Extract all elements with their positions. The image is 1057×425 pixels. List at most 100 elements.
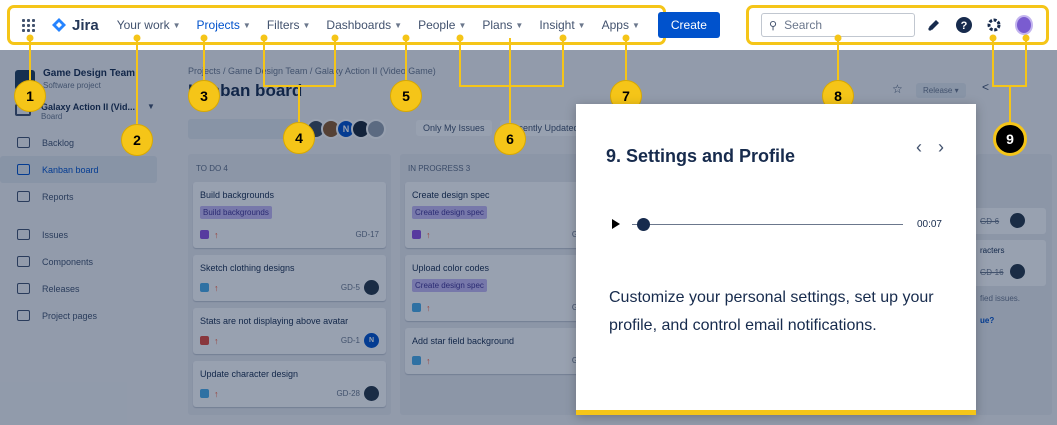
step-badge-2[interactable]: 2 [121, 124, 153, 156]
chevron-down-icon: ▼ [302, 20, 311, 30]
epic-label: Create design spec [412, 279, 487, 292]
jira-logo[interactable]: Jira [51, 17, 99, 34]
issue-card[interactable]: Stats are not displaying above avatar ↑ G… [193, 308, 386, 354]
pages-icon [17, 310, 30, 321]
jira-logo-text: Jira [72, 16, 99, 34]
card-title: Add star field background [412, 336, 515, 346]
step-badge-4[interactable]: 4 [283, 122, 315, 154]
card-title: Sketch clothing designs [200, 263, 295, 273]
nav-your-work[interactable]: Your work ▼ [117, 18, 181, 32]
chevron-down-icon: ▼ [515, 20, 524, 30]
column-note: fied issues. [980, 294, 1021, 303]
audio-player: 00:07 [612, 214, 942, 234]
board-name: Galaxy Action II (Vid... [41, 102, 136, 112]
task-icon [200, 283, 209, 292]
more-icon[interactable]: ⋯ [1009, 78, 1022, 94]
priority-high-icon: ↑ [426, 302, 431, 313]
step-badge-9[interactable]: 9 [993, 122, 1027, 156]
nav-label: Insight [539, 18, 575, 32]
nav-dashboards[interactable]: Dashboards ▼ [326, 18, 402, 32]
previous-step-button[interactable]: ‹ [916, 137, 922, 158]
chevron-down-icon: ▼ [172, 20, 181, 30]
search-input[interactable]: ⚲ Search [761, 13, 915, 37]
step-badge-6[interactable]: 6 [494, 123, 526, 155]
sidebar-item-label: Issues [42, 229, 69, 240]
unassigned-avatar[interactable] [366, 119, 386, 139]
column-title: IN PROGRESS 3 [408, 164, 471, 173]
task-icon [200, 389, 209, 398]
step-badge-3[interactable]: 3 [188, 80, 220, 112]
audio-progress-track[interactable] [632, 217, 903, 231]
column-link[interactable]: ue? [980, 316, 994, 325]
svg-text:?: ? [961, 20, 968, 32]
issue-card[interactable]: Update character design ↑ GD-28 [193, 361, 386, 407]
issue-card[interactable]: GD-6 [976, 208, 1046, 234]
task-icon [412, 303, 421, 312]
top-navigation: Jira Your work ▼ Projects ▼ Filters ▼ Dashb… [0, 0, 1057, 50]
avatar [1015, 15, 1033, 35]
release-label: Release [923, 86, 953, 95]
issue-card[interactable]: Sketch clothing designs ↑ GD-5 [193, 255, 386, 301]
card-title: racters [980, 246, 1005, 255]
card-title: Create design spec [412, 190, 490, 200]
assignee-avatar: N [364, 333, 379, 348]
release-button[interactable]: Release ▾ [916, 83, 966, 98]
next-step-button[interactable]: › [938, 137, 944, 158]
issue-card[interactable]: Add star field background ↑GD-2 [405, 328, 598, 374]
board-column-todo: TO DO 4 Build backgrounds Build backgrou… [188, 154, 391, 415]
backlog-icon [17, 137, 30, 148]
nav-label: Plans [482, 18, 513, 32]
chevron-down-icon: ▼ [458, 20, 467, 30]
task-icon [412, 356, 421, 365]
board-search-input[interactable] [188, 119, 298, 139]
sidebar-item-components[interactable]: Components [0, 248, 157, 275]
notifications-icon[interactable] [925, 16, 943, 34]
nav-apps[interactable]: Apps ▼ [602, 18, 640, 32]
issue-card[interactable]: Build backgrounds Build backgrounds ↑ GD-… [193, 182, 386, 248]
nav-filters[interactable]: Filters ▼ [267, 18, 311, 32]
card-title: Upload color codes [412, 263, 490, 273]
nav-label: Projects [196, 18, 240, 32]
nav-label: Your work [116, 18, 170, 32]
nav-plans[interactable]: Plans ▼ [482, 18, 523, 32]
epic-label: Build backgrounds [200, 206, 272, 219]
sidebar-item-project-pages[interactable]: Project pages [0, 302, 157, 329]
tour-popup: 9. Settings and Profile ‹ › 00:07 Custom… [576, 104, 976, 415]
issue-card[interactable]: Create design spec Create design spec ↑G… [405, 182, 598, 248]
issue-key: GD-28 [336, 389, 360, 398]
help-icon[interactable]: ? [955, 16, 973, 34]
story-icon [412, 230, 421, 239]
nav-people[interactable]: People ▼ [418, 18, 466, 32]
breadcrumb[interactable]: Projects / Game Design Team / Galaxy Act… [188, 66, 436, 76]
settings-icon[interactable] [985, 16, 1003, 34]
quick-filter-only-my-issues[interactable]: Only My Issues [416, 120, 492, 136]
board-type: Board [41, 112, 63, 121]
priority-high-icon: ↑ [214, 335, 219, 346]
avatar-initial: N [342, 124, 350, 134]
step-badge-1[interactable]: 1 [14, 80, 46, 112]
issue-key: GD-16 [980, 268, 1004, 277]
play-icon[interactable] [612, 219, 620, 229]
nav-insight[interactable]: Insight ▼ [539, 18, 585, 32]
sidebar-item-issues[interactable]: Issues [0, 221, 157, 248]
priority-high-icon: ↑ [214, 388, 219, 399]
issue-card[interactable]: Upload color codes Create design spec ↑G… [405, 255, 598, 321]
audio-progress-handle[interactable] [637, 217, 651, 231]
priority-high-icon: ↑ [214, 229, 219, 240]
sidebar-item-releases[interactable]: Releases [0, 275, 157, 302]
popup-title: 9. Settings and Profile [606, 146, 796, 166]
nav-projects[interactable]: Projects ▼ [197, 18, 251, 32]
project-type: Software project [43, 81, 101, 90]
project-name: Game Design Team [43, 68, 136, 79]
chevron-down-icon: ▼ [394, 20, 403, 30]
profile-avatar[interactable] [1015, 15, 1033, 35]
star-icon[interactable]: ☆ [892, 82, 903, 96]
nav-label: Filters [266, 18, 300, 32]
sidebar-item-reports[interactable]: Reports [0, 183, 157, 210]
create-button[interactable]: Create [657, 12, 720, 38]
issue-card[interactable]: racters GD-16 [976, 240, 1046, 286]
sidebar-item-kanban-board[interactable]: Kanban board [0, 156, 157, 183]
share-icon[interactable]: < [982, 80, 989, 94]
step-badge-5[interactable]: 5 [390, 80, 422, 112]
app-switcher-icon[interactable] [22, 18, 35, 32]
